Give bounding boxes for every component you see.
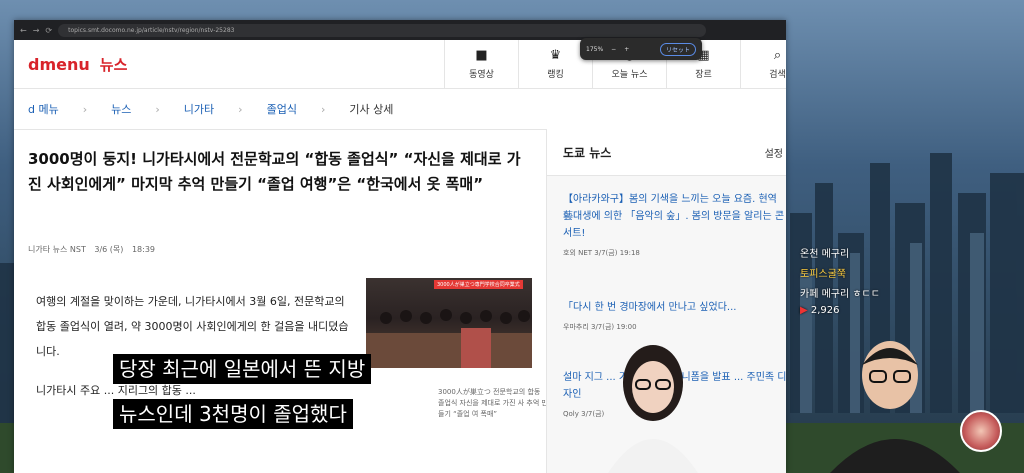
graduates-image [366,309,532,368]
overlay-views: ▶ 2,926 [800,305,840,316]
search-icon: ⌕ [773,48,782,63]
breadcrumb-graduation[interactable]: 졸업식 [267,101,297,117]
photo-caption: 3000人が巣立つ 전문학교의 합동 졸업식 자신을 제대로 가진 사 추억 만… [438,388,548,418]
breadcrumb-dmenu[interactable]: d 메뉴 [28,101,59,117]
forward-icon[interactable]: → [33,26,40,35]
youtube-icon: ▶ [800,305,808,316]
article-body: 여행의 계절을 맞이하는 가운데, 니가타시에서 3월 6일, 전문학교의 합동… [36,289,356,403]
breadcrumb-niigata[interactable]: 니가타 [184,101,214,117]
trophy-icon: ♛ [549,48,562,63]
stream-overlay-text: 온천 메구리 토피스굴쭉 카페 메구리 ㅎㄷㄷ ▶ 2,926 [800,245,910,321]
url-text[interactable]: topics.smt.docomo.ne.jp/article/nstv/reg… [58,23,706,37]
article-title: 3000명이 둥지! 니가타시에서 전문학교의 “합동 졸업식” “자신을 제대… [28,150,521,193]
streamer-man [830,341,960,473]
overlay-line-1: 온천 메구리 [800,249,850,260]
chevron-right-icon: › [238,102,243,116]
zoom-level: 175% [586,45,604,53]
breadcrumb-news[interactable]: 뉴스 [111,101,131,117]
video-icon: ■ [475,48,488,63]
zoom-popup: 175% − + リセット [580,38,702,60]
article-photo[interactable]: 3000人が巣立つ専門学校合同卒業式 [366,278,532,368]
article-meta: 니가타 뉴스 NST 3/6 (목) 18:39 [28,244,155,255]
chevron-right-icon: › [320,102,326,116]
article-time: 18:39 [131,245,156,254]
chevron-right-icon: › [82,102,88,116]
streamer-woman [608,345,698,473]
chevron-right-icon: › [155,102,160,116]
overlay-line-3: 카페 메구리 ㅎㄷㄷ [800,289,880,300]
sidebar-news-item[interactable]: 「다시 한 번 경마장에서 만나고 싶었다... 우마추리 3/7(금) 19:… [563,299,786,332]
sidebar-heading: 도쿄 뉴스 설정 [547,129,786,176]
article-paragraph-1: 여행의 계절을 맞이하는 가운데, 니가타시에서 3월 6일, 전문학교의 합동… [36,295,349,358]
settings-button[interactable]: 설정 [760,140,786,164]
subtitle-line-2: 뉴스인데 3천명이 졸업했다 [113,399,353,429]
breadcrumb: d 메뉴 › 뉴스 › 니가타 › 졸업식 › 기사 상세 [14,89,786,130]
photo-tag: 3000人が巣立つ専門学校合同卒業式 [434,280,523,289]
reload-icon[interactable]: ⟳ [45,26,52,35]
site-header: dmenu 뉴스 ■동영상 ♛랭킹 ◷오늘 뉴스 ▦장르 ⌕검색 175% − … [14,38,786,89]
breadcrumb-current: 기사 상세 [349,103,394,116]
section-title[interactable]: 뉴스 [100,54,128,75]
article-date: 3/6 (목) [94,245,124,254]
zoom-out-button[interactable]: − [611,46,616,53]
zoom-reset-button[interactable]: リセット [659,42,696,56]
subtitle-line-1: 당장 최근에 일본에서 뜬 지방 [113,354,372,384]
overlay-line-2: 토피스굴쭉 [800,269,846,280]
back-icon[interactable]: ← [20,26,27,35]
url-bar[interactable]: ← → ⟳ topics.smt.docomo.ne.jp/article/ns… [14,20,786,40]
sidebar-news-item[interactable]: 【아라카와구】봄의 기색을 느끼는 오늘 요즘. 현역 藝대생에 의한 「음악의… [563,191,786,258]
dmenu-logo[interactable]: dmenu [28,55,90,74]
nav-search[interactable]: ⌕ 검색 [740,40,786,88]
nav-video[interactable]: ■ 동영상 [444,40,518,88]
article-source[interactable]: 니가타 뉴스 NST [28,245,86,254]
zoom-in-button[interactable]: + [624,46,629,53]
channel-logo-sticker [960,410,1002,452]
